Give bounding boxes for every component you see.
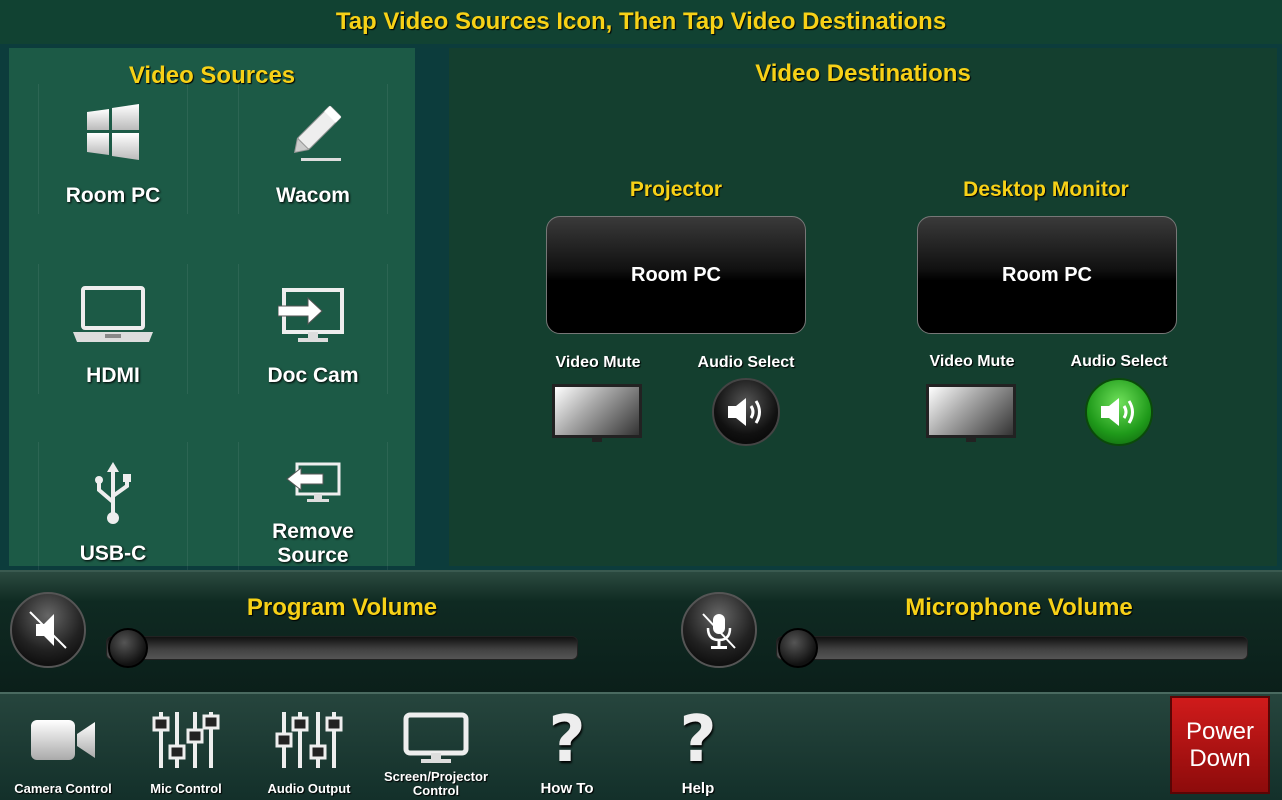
- monitor-icon: [926, 384, 1016, 438]
- program-mute-button[interactable]: [10, 592, 86, 668]
- video-destinations-panel: Video Destinations Projector Room PC Vid…: [449, 48, 1277, 566]
- nav-help-button[interactable]: ? Help: [638, 704, 758, 796]
- program-volume-knob[interactable]: [108, 628, 148, 668]
- bottom-navigation-bar: Camera Control Mic Control Audio Output …: [0, 692, 1282, 800]
- question-icon: ?: [548, 703, 586, 777]
- source-hdmi-button[interactable]: HDMI: [38, 264, 188, 394]
- speaker-icon: [728, 398, 761, 426]
- speaker-icon: [1101, 398, 1134, 426]
- source-label: Wacom: [276, 184, 350, 207]
- nav-label: Camera Control: [14, 781, 112, 796]
- source-label-line2: Source: [277, 544, 349, 567]
- program-volume-title: Program Volume: [246, 594, 438, 621]
- source-label: HDMI: [86, 364, 140, 387]
- destination-source-label: Room PC: [1002, 263, 1092, 286]
- nav-how-to-button[interactable]: ? How To: [507, 704, 627, 796]
- nav-label: Help: [681, 780, 715, 797]
- remove-source-icon: [239, 462, 387, 504]
- nav-camera-control-button[interactable]: Camera Control: [3, 704, 123, 796]
- program-volume-slider[interactable]: [106, 636, 578, 660]
- volume-bar: Program Volume Microphone Volume: [0, 570, 1282, 692]
- speaker-muted-icon: [29, 611, 67, 649]
- laptop-icon: [39, 286, 187, 344]
- main-area: Video Sources Room PC Wacom HDMI Doc Cam…: [0, 44, 1282, 572]
- source-label: USB-C: [79, 542, 147, 565]
- nav-label: Mic Control: [150, 781, 222, 796]
- source-label: Doc Cam: [267, 364, 359, 387]
- audio-select-label: Audio Select: [1070, 353, 1168, 370]
- microphone-volume-knob[interactable]: [778, 628, 818, 668]
- desktop-monitor-audio-select-button[interactable]: [1085, 378, 1153, 446]
- nav-label: Screen/Projector Control: [370, 770, 502, 798]
- question-icon: ?: [679, 703, 717, 777]
- usb-icon: [39, 462, 187, 526]
- source-doc-cam-button[interactable]: Doc Cam: [238, 264, 388, 394]
- projector-audio-select-button[interactable]: [712, 378, 780, 446]
- monitor-stand: [592, 438, 602, 442]
- source-remove-button[interactable]: Remove Source: [238, 442, 388, 572]
- microphone-volume-title: Microphone Volume: [905, 594, 1133, 621]
- source-usb-c-button[interactable]: USB-C: [38, 442, 188, 572]
- mixer-icon: [249, 708, 369, 772]
- source-wacom-button[interactable]: Wacom: [238, 84, 388, 214]
- microphone-volume-slider[interactable]: [776, 636, 1248, 660]
- destination-projector-button[interactable]: Room PC: [546, 216, 806, 334]
- nav-label-line1: Screen/Projector: [383, 769, 489, 784]
- destination-desktop-monitor-title: Desktop Monitor: [963, 178, 1129, 201]
- nav-mic-control-button[interactable]: Mic Control: [126, 704, 246, 796]
- video-mute-label: Video Mute: [555, 354, 641, 371]
- nav-label: How To: [540, 780, 594, 797]
- video-sources-panel: Video Sources Room PC Wacom HDMI Doc Cam…: [9, 48, 415, 572]
- monitor-icon: [552, 384, 642, 438]
- source-label: Remove Source: [239, 520, 387, 568]
- audio-select-label: Audio Select: [697, 354, 795, 371]
- nav-label-line2: Control: [412, 783, 460, 798]
- destination-projector-title: Projector: [629, 178, 723, 201]
- power-down-button[interactable]: Power Down: [1170, 696, 1270, 794]
- monitor-stand: [966, 438, 976, 442]
- monitor-icon: [376, 706, 496, 770]
- microphone-mute-button[interactable]: [681, 592, 757, 668]
- microphone-muted-icon: [702, 613, 736, 649]
- destination-source-label: Room PC: [631, 263, 721, 286]
- camera-icon: [3, 708, 123, 772]
- pen-tablet-icon: [239, 104, 387, 164]
- source-room-pc-button[interactable]: Room PC: [38, 84, 188, 214]
- video-mute-label: Video Mute: [929, 353, 1015, 370]
- instruction-banner: Tap Video Sources Icon, Then Tap Video D…: [0, 0, 1282, 44]
- nav-label: Audio Output: [267, 781, 351, 796]
- mixer-icon: [126, 708, 246, 772]
- windows-icon: [39, 104, 187, 160]
- nav-audio-output-button[interactable]: Audio Output: [249, 704, 369, 796]
- power-label-line1: Power: [1185, 718, 1255, 745]
- video-destinations-title: Video Destinations: [755, 60, 971, 87]
- source-label-line1: Remove: [272, 520, 354, 543]
- display-input-icon: [239, 288, 387, 344]
- source-label: Room PC: [65, 184, 161, 207]
- destination-desktop-monitor-button[interactable]: Room PC: [917, 216, 1177, 334]
- nav-screen-projector-control-button[interactable]: Screen/Projector Control: [376, 704, 496, 798]
- desktop-monitor-video-mute-button[interactable]: [926, 384, 1016, 442]
- projector-video-mute-button[interactable]: [552, 384, 642, 442]
- power-label-line2: Down: [1189, 745, 1251, 772]
